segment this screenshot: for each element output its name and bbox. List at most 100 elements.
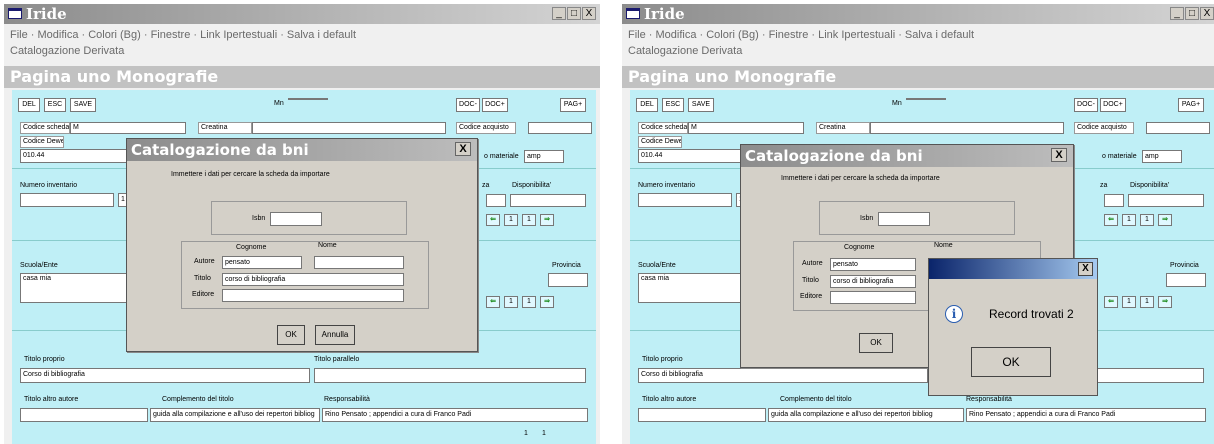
za-field[interactable] <box>486 194 506 207</box>
mn-field[interactable] <box>288 98 328 100</box>
editore-field[interactable] <box>830 291 916 304</box>
page-title: Pagina uno Monografie <box>622 66 1214 88</box>
message-ok-button[interactable]: OK <box>971 347 1051 377</box>
arrow-left-icon: ⇐ <box>490 298 496 305</box>
isbn-field[interactable] <box>270 212 322 226</box>
codice-acquisto-label: Codice acquisto <box>1074 122 1134 134</box>
autore-nome-field[interactable] <box>314 256 404 269</box>
nav-right-button-2[interactable]: ⇒ <box>540 296 554 308</box>
responsabilita-label: Responsabilità <box>966 396 1012 403</box>
titolo-field[interactable]: corso di bibliografia <box>830 275 916 288</box>
message-close-button[interactable]: X <box>1078 262 1093 276</box>
za-field[interactable] <box>1104 194 1124 207</box>
arrow-right-icon: ⇒ <box>1162 216 1168 223</box>
close-button[interactable]: X <box>582 7 596 20</box>
autore-cognome-field[interactable]: pensato <box>222 256 302 269</box>
ok-button[interactable]: OK <box>277 325 305 345</box>
doc-minus-button[interactable]: DOC- <box>1074 98 1098 112</box>
dialog-close-button[interactable]: X <box>455 142 471 156</box>
doc-plus-button[interactable]: DOC+ <box>482 98 508 112</box>
dialog-close-button[interactable]: X <box>1051 148 1067 162</box>
info-icon: i <box>945 305 963 323</box>
annulla-button[interactable]: Annulla <box>315 325 355 345</box>
codice-acquisto-field[interactable] <box>528 122 592 134</box>
maximize-button[interactable]: □ <box>567 7 581 20</box>
titolo-altro-field[interactable] <box>20 408 148 422</box>
message-title-bar <box>929 259 1097 279</box>
nav-right-button[interactable]: ⇒ <box>540 214 554 226</box>
za-label: za <box>1100 182 1108 189</box>
titolo-parallelo-label: Titolo parallelo <box>314 356 360 363</box>
complemento-label: Complemento del titolo <box>780 396 852 403</box>
minimize-button[interactable]: _ <box>1170 7 1184 20</box>
save-button[interactable]: SAVE <box>688 98 714 112</box>
provincia-field[interactable] <box>1166 273 1206 287</box>
esc-button[interactable]: ESC <box>662 98 684 112</box>
doc-minus-button[interactable]: DOC- <box>456 98 480 112</box>
autore-label: Autore <box>194 258 215 265</box>
doc-plus-button[interactable]: DOC+ <box>1100 98 1126 112</box>
nav-left-button[interactable]: ⇐ <box>486 214 500 226</box>
codice-scheda-field[interactable]: M <box>688 122 804 134</box>
isbn-field[interactable] <box>878 212 930 226</box>
complemento-field[interactable]: guida alla compilazione e all'uso dei re… <box>768 408 964 422</box>
titolo-altro-field[interactable] <box>638 408 766 422</box>
pag-plus-button[interactable]: PAG+ <box>560 98 586 112</box>
complemento-field[interactable]: guida alla compilazione e all'uso dei re… <box>150 408 320 422</box>
dewey-field[interactable]: 010.44 <box>638 149 748 163</box>
menu-item-catalogazione-derivata[interactable]: Catalogazione Derivata <box>628 43 974 59</box>
mn-field[interactable] <box>906 98 946 100</box>
creatina-field[interactable] <box>870 122 1064 134</box>
codice-scheda-field[interactable]: M <box>70 122 186 134</box>
esc-button[interactable]: ESC <box>44 98 66 112</box>
nav-right-button-2[interactable]: ⇒ <box>1158 296 1172 308</box>
minimize-button[interactable]: _ <box>552 7 566 20</box>
nav-counter-2: 1 <box>1140 214 1154 226</box>
disponibilita-field[interactable] <box>1128 194 1204 207</box>
close-button[interactable]: X <box>1200 7 1214 20</box>
maximize-button[interactable]: □ <box>1185 7 1199 20</box>
nome-label: Nome <box>934 242 953 249</box>
isbn-group: Isbn <box>819 201 1015 235</box>
nav-right-button[interactable]: ⇒ <box>1158 214 1172 226</box>
codice-acquisto-field[interactable] <box>1146 122 1210 134</box>
ok-button[interactable]: OK <box>859 333 893 353</box>
titolo-parallelo-field[interactable] <box>314 368 586 383</box>
scuola-label: Scuola/Ente <box>20 262 58 269</box>
menu-item-catalogazione-derivata[interactable]: Catalogazione Derivata <box>10 43 356 59</box>
arrow-right-icon: ⇒ <box>1162 298 1168 305</box>
autore-cognome-field[interactable]: pensato <box>830 258 916 271</box>
tipo-materiale-label: o materiale <box>1102 153 1137 160</box>
responsabilita-field[interactable]: Rino Pensato ; appendici a cura di Franc… <box>966 408 1206 422</box>
del-button[interactable]: DEL <box>636 98 658 112</box>
del-button[interactable]: DEL <box>18 98 40 112</box>
dialog-instruction: Immettere i dati per cercare la scheda d… <box>781 175 940 182</box>
menu-line-1[interactable]: File · Modifica · Colori (Bg) · Finestre… <box>10 27 356 43</box>
dewey-field[interactable]: 010.44 <box>20 149 130 163</box>
tipo-materiale-field[interactable]: amp <box>524 150 564 163</box>
nav-left-button[interactable]: ⇐ <box>1104 214 1118 226</box>
codice-acquisto-label: Codice acquisto <box>456 122 516 134</box>
titolo-altro-label: Titolo altro autore <box>642 396 697 403</box>
menu-line-1[interactable]: File · Modifica · Colori (Bg) · Finestre… <box>628 27 974 43</box>
numero-inventario-field[interactable] <box>638 193 732 207</box>
titolo-proprio-field[interactable]: Corso di bibliografia <box>20 368 310 383</box>
nav-left-button-2[interactable]: ⇐ <box>486 296 500 308</box>
scuola-field[interactable]: casa mia <box>20 273 132 303</box>
pag-plus-button[interactable]: PAG+ <box>1178 98 1204 112</box>
responsabilita-field[interactable]: Rino Pensato ; appendici a cura di Franc… <box>322 408 588 422</box>
creatina-field[interactable] <box>252 122 446 134</box>
numero-inventario-field[interactable] <box>20 193 114 207</box>
editore-label: Editore <box>800 293 823 300</box>
disponibilita-field[interactable] <box>510 194 586 207</box>
save-button[interactable]: SAVE <box>70 98 96 112</box>
titolo-proprio-field[interactable]: Corso di bibliografia <box>638 368 928 383</box>
editore-field[interactable] <box>222 289 404 302</box>
nav-left-button-2[interactable]: ⇐ <box>1104 296 1118 308</box>
titolo-field[interactable]: corso di bibliografia <box>222 273 404 286</box>
provincia-field[interactable] <box>548 273 588 287</box>
tipo-materiale-field[interactable]: amp <box>1142 150 1182 163</box>
codice-dewey-label: Codice Dewey <box>20 136 64 148</box>
scuola-field[interactable]: casa mia <box>638 273 750 303</box>
app-title: Iride <box>26 5 67 23</box>
